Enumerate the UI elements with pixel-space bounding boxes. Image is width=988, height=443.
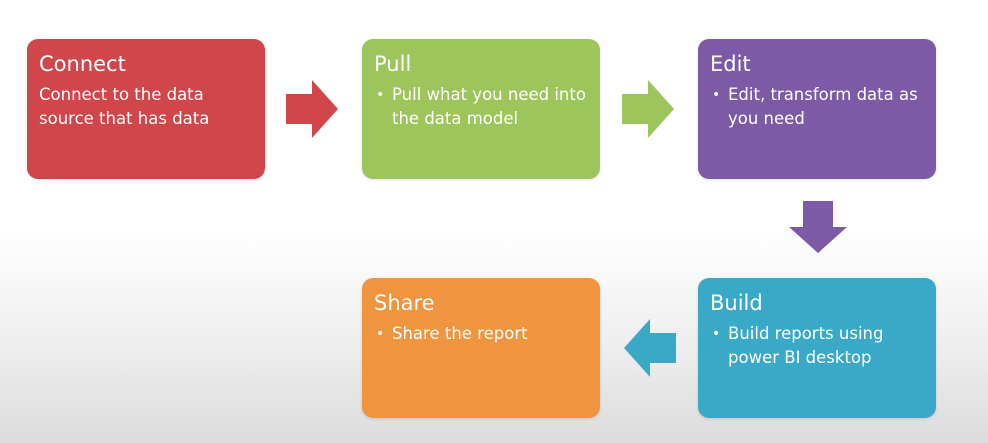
step-share-box: Share Share the report <box>362 278 600 418</box>
step-connect-box: Connect Connect to the data source that … <box>27 39 265 179</box>
step-pull-text: Pull what you need into the data model <box>374 83 588 131</box>
step-edit-box: Edit Edit, transform data as you need <box>698 39 936 179</box>
step-connect-title: Connect <box>39 52 126 76</box>
arrow-left-icon <box>624 319 676 377</box>
arrow-right-icon <box>286 80 338 138</box>
step-connect-text: Connect to the data source that has data <box>39 85 210 128</box>
step-build-text: Build reports using power BI desktop <box>710 322 924 370</box>
arrow-down-icon <box>789 201 847 253</box>
step-edit-title: Edit <box>710 52 751 76</box>
arrow-right-icon <box>622 80 674 138</box>
step-build-box: Build Build reports using power BI deskt… <box>698 278 936 418</box>
process-diagram: Connect Connect to the data source that … <box>0 0 988 443</box>
step-pull-box: Pull Pull what you need into the data mo… <box>362 39 600 179</box>
step-share-title: Share <box>374 291 435 315</box>
step-build-title: Build <box>710 291 763 315</box>
step-edit-text: Edit, transform data as you need <box>710 83 924 131</box>
step-pull-title: Pull <box>374 52 412 76</box>
step-share-text: Share the report <box>374 322 588 346</box>
